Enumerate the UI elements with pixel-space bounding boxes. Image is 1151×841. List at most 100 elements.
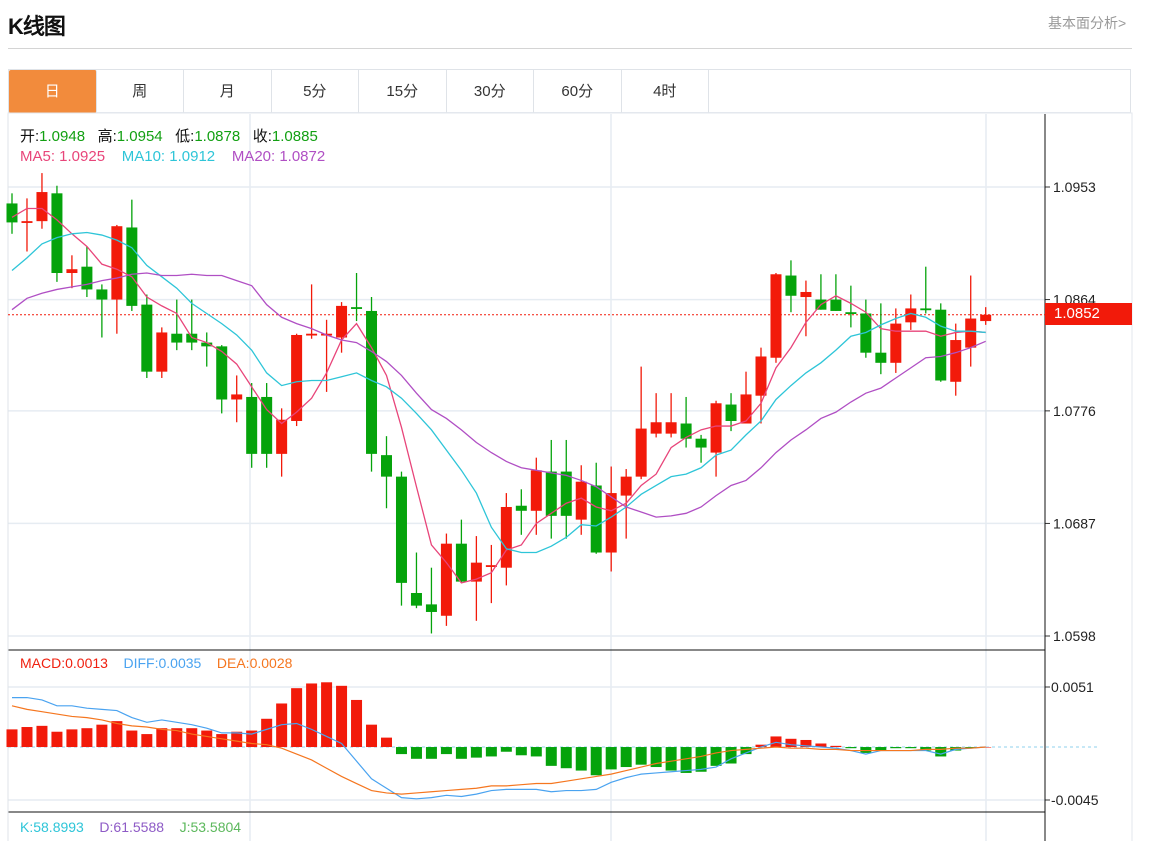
candle bbox=[695, 434, 707, 463]
candle bbox=[425, 567, 437, 634]
candle-body bbox=[351, 307, 363, 309]
ma10-legend: MA10: 1.0912 bbox=[121, 148, 216, 165]
candle bbox=[965, 275, 977, 367]
candle bbox=[650, 393, 662, 438]
macd-bar bbox=[156, 728, 168, 748]
macd-tick-label: 0.0051 bbox=[1051, 679, 1094, 695]
high-label: 高: bbox=[97, 128, 117, 145]
candle-body bbox=[890, 323, 902, 363]
macd-bar bbox=[455, 747, 467, 759]
macd-bar bbox=[545, 747, 557, 766]
candle-body bbox=[545, 471, 557, 516]
candle-body bbox=[935, 309, 947, 381]
candle-body bbox=[530, 470, 542, 511]
macd-bar bbox=[425, 747, 437, 759]
candle bbox=[366, 297, 378, 472]
candle bbox=[845, 285, 857, 328]
candle-body bbox=[635, 428, 647, 477]
macd-bar bbox=[845, 747, 857, 749]
candle-body bbox=[665, 422, 677, 434]
candle-body bbox=[740, 394, 752, 424]
candle-body bbox=[980, 314, 992, 322]
candle bbox=[276, 408, 288, 477]
candle-body bbox=[66, 269, 78, 274]
candle bbox=[515, 489, 527, 535]
candle bbox=[635, 366, 647, 480]
candle-body bbox=[276, 419, 288, 454]
macd-tick-label: -0.0045 bbox=[1051, 792, 1099, 808]
macd-bar bbox=[261, 718, 273, 748]
candle-body bbox=[755, 356, 767, 396]
ma5-legend: MA5: 1.0925 bbox=[20, 148, 106, 165]
ma20-legend: MA20: 1.0872 bbox=[231, 148, 326, 165]
macd-bar bbox=[21, 727, 33, 748]
diff-legend-value: DIFF:0.0035 bbox=[123, 655, 202, 671]
candle bbox=[21, 198, 33, 252]
macd-bar bbox=[485, 747, 497, 757]
candle bbox=[935, 303, 947, 382]
candle-body bbox=[21, 221, 33, 223]
macd-bar bbox=[665, 747, 677, 771]
candle bbox=[500, 493, 512, 586]
candle-body bbox=[620, 476, 632, 496]
macd-bar bbox=[81, 728, 93, 748]
candle bbox=[231, 375, 243, 423]
candle bbox=[201, 332, 213, 367]
j-legend-value: J:53.5804 bbox=[179, 819, 242, 835]
candle-body bbox=[830, 299, 842, 311]
candle-body bbox=[845, 312, 857, 315]
candle bbox=[381, 436, 392, 509]
candle-body bbox=[425, 604, 437, 612]
candle-body bbox=[381, 455, 392, 477]
macd-bar bbox=[66, 729, 78, 748]
candle-body bbox=[96, 289, 108, 300]
ma5-line bbox=[11, 207, 986, 584]
low-label: 低: bbox=[175, 128, 195, 145]
macd-bar bbox=[830, 745, 842, 748]
candle-body bbox=[336, 305, 348, 338]
candle-body bbox=[500, 506, 512, 568]
candle bbox=[126, 199, 138, 311]
candle bbox=[770, 273, 782, 363]
candle-body bbox=[141, 304, 153, 372]
candle-body bbox=[710, 403, 722, 453]
candle-body bbox=[455, 543, 467, 582]
candle-body bbox=[695, 438, 707, 448]
candle-body bbox=[920, 308, 932, 311]
macd-bar bbox=[635, 747, 647, 765]
diff-line bbox=[12, 696, 986, 800]
candle-body bbox=[965, 318, 977, 348]
candle bbox=[785, 260, 797, 313]
macd-bar bbox=[186, 728, 198, 748]
macd-bar bbox=[111, 721, 123, 748]
candle-body bbox=[800, 291, 812, 298]
candle-body bbox=[605, 493, 617, 553]
macd-bar bbox=[935, 747, 947, 757]
candle bbox=[755, 347, 767, 424]
candle bbox=[156, 327, 168, 378]
macd-bar bbox=[381, 737, 392, 748]
candle bbox=[351, 273, 363, 322]
candle-body bbox=[126, 227, 138, 306]
macd-bar bbox=[6, 729, 18, 748]
candle-body bbox=[680, 423, 692, 439]
macd-legend: MACD:0.0013 DIFF:0.0035 DEA:0.0028 bbox=[20, 655, 292, 671]
d-legend-value: D:61.5588 bbox=[99, 819, 165, 835]
macd-bar bbox=[575, 747, 587, 771]
candle bbox=[246, 383, 258, 468]
candle-body bbox=[171, 333, 183, 343]
ma-legend: MA5: 1.0925 MA10: 1.0912 MA20: 1.0872 bbox=[20, 148, 325, 165]
candle bbox=[336, 302, 348, 353]
candle-body bbox=[410, 592, 422, 606]
candle-body bbox=[440, 543, 452, 616]
dea-line bbox=[11, 705, 986, 795]
candle-body bbox=[770, 274, 782, 358]
macd-bar bbox=[291, 688, 303, 748]
candle bbox=[950, 323, 962, 396]
macd-bar bbox=[470, 747, 482, 758]
candle bbox=[51, 185, 63, 282]
candle-body bbox=[306, 333, 318, 336]
ohlc-legend: 开:1.0948 高:1.0954 低:1.0878 收:1.0885 bbox=[20, 125, 318, 146]
candle bbox=[66, 255, 78, 289]
macd-bar bbox=[321, 682, 333, 748]
